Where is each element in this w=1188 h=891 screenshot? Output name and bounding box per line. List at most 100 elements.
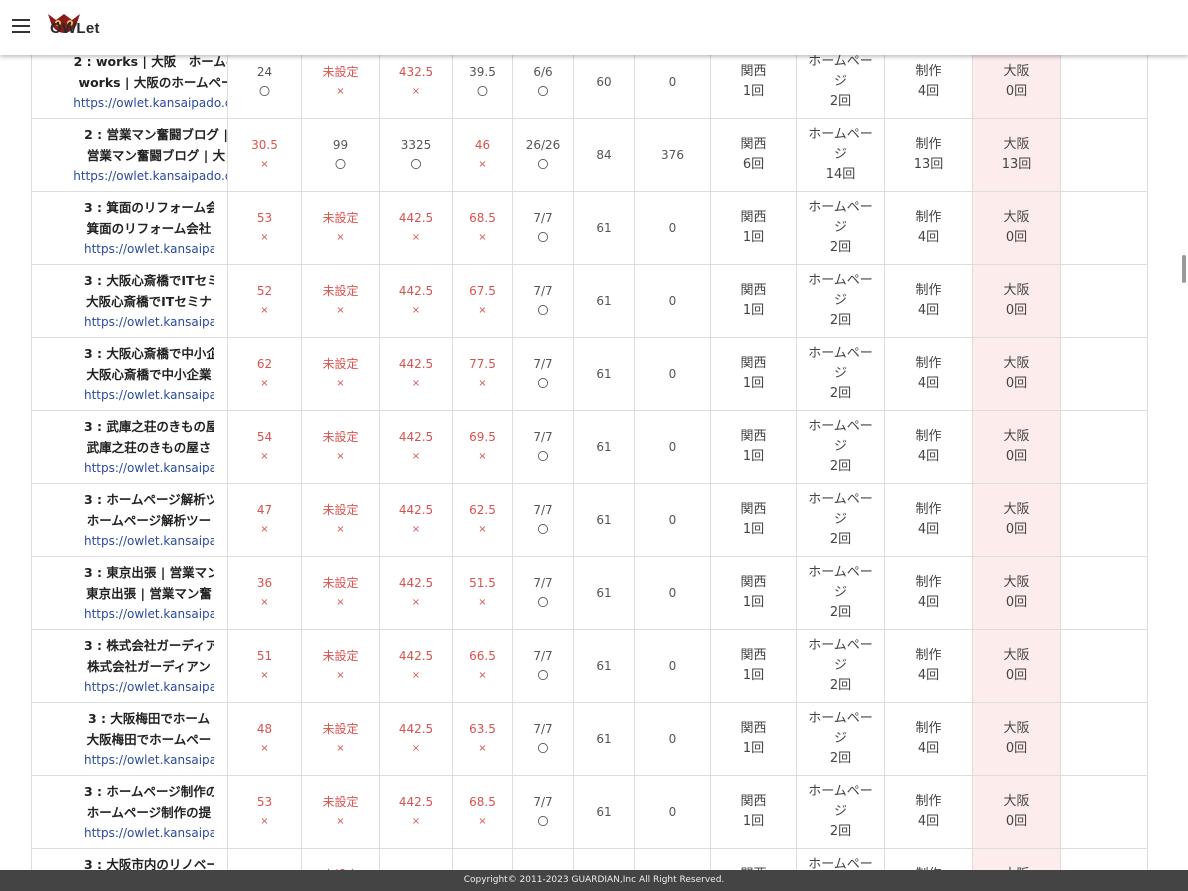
metric-cell-c2: 未設定×	[302, 411, 380, 483]
metric-cell-c1: 30.5 ×	[228, 119, 302, 191]
keyword-text: 関西	[740, 356, 767, 371]
empty-cell	[1061, 630, 1148, 702]
keyword-cell-c9: ホームページ 2回	[797, 776, 885, 848]
keyword-text: 大阪	[1003, 429, 1030, 444]
metric-value: 未設定	[322, 430, 359, 444]
page-url-link[interactable]: https://owlet.kansaipado	[84, 385, 214, 406]
cross-mark-icon: ×	[260, 305, 269, 316]
metric-cell-c5: 7/7〇	[513, 703, 574, 775]
page-url-link[interactable]: https://owlet.kansaipado	[84, 750, 214, 771]
keyword-text: 制作	[915, 283, 942, 298]
page-title-wrap: 3 : 大阪市内のリノベー大阪市内のリノベーシhttps://owlet.kan…	[32, 854, 214, 871]
page-title-cell: 3 : ホームページ制作の ホームページ制作の提 https://owlet.kan…	[31, 776, 228, 848]
metric-cell-c5: 7/7〇	[513, 776, 574, 848]
vertical-scrollbar[interactable]	[1182, 255, 1186, 283]
cross-mark-icon: ×	[260, 670, 269, 681]
count-cell-c7: 376	[635, 119, 711, 191]
page-title-subheading: 大阪梅田でホームペー	[86, 731, 212, 747]
keyword-cell-c11: 大阪0回	[973, 703, 1061, 775]
metric-value: 未設定	[322, 503, 359, 517]
keyword-text: 制作	[915, 64, 942, 79]
metric-cell-c3: 3325 〇	[380, 119, 453, 191]
keyword-text: 1回	[742, 814, 765, 829]
count-cell-c6: 61	[574, 703, 635, 775]
page-title-heading: 2 : 営業マン奮闘ブログ |	[84, 126, 228, 142]
page-title-cell: 3 : 東京出張 | 営業マン 東京出張 | 営業マン奮 https://owlet…	[31, 557, 228, 629]
metric-value: 51.5	[469, 576, 496, 590]
keyword-text: 制作	[915, 356, 942, 371]
keyword-text: 0回	[1005, 230, 1028, 245]
keyword-text: 1回	[742, 376, 765, 391]
page-title-heading: 3 : ホームページ制作の	[84, 783, 214, 799]
metric-cell-c5: 26/26 〇	[513, 119, 574, 191]
page-url-link[interactable]: https://owlet.kansaipado	[84, 458, 214, 479]
count-cell-c7: 0	[635, 557, 711, 629]
metric-cell-c4: 77.5 ×	[453, 338, 513, 410]
circle-mark-icon: 〇	[537, 742, 549, 755]
footer-copyright: Copyright© 2011-2023 GUARDIAN,Inc All Ri…	[0, 870, 1188, 891]
circle-mark-icon: 〇	[477, 85, 488, 98]
page-url-link[interactable]: https://owlet.kansaipado	[84, 312, 214, 333]
metric-cell-c3: 442.5 ×	[380, 630, 453, 702]
page-title-subheading: 大阪心斎橋で中小企業	[86, 366, 212, 382]
keyword-cell-c11: 大阪0回	[973, 192, 1061, 264]
keyword-text: 2回	[829, 751, 852, 766]
keyword-text: 4回	[917, 449, 940, 464]
cross-mark-icon: ×	[478, 378, 487, 389]
keyword-cell-c8: 関西 1回	[711, 630, 797, 702]
cross-mark-icon: ×	[336, 743, 345, 754]
page-url-link[interactable]: https://owlet.kansaipado.co	[66, 93, 227, 114]
keyword-text: 大阪	[1003, 721, 1030, 736]
page-url-link[interactable]: https://owlet.kansaipado	[84, 604, 214, 625]
metric-cell-c1: 51 ×	[228, 630, 302, 702]
table-viewport[interactable]: 2 : works | 大阪 ホームペ works | 大阪のホームペー https…	[0, 55, 1188, 870]
metric-value: 未設定	[322, 211, 359, 225]
metric-cell-c5: 7/7〇	[513, 849, 574, 870]
page-title-heading: 3 : 東京出張 | 営業マン	[84, 564, 214, 580]
keyword-text: 2回	[829, 532, 852, 547]
table-row: 2 : 営業マン奮闘ブログ | 営業マン奮闘ブログ | 大 https://owle…	[31, 119, 1148, 192]
keyword-cell-c10: 制作 4回	[885, 703, 973, 775]
metric-cell-c5: 7/7〇	[513, 411, 574, 483]
page-url-link[interactable]: https://owlet.kansaipado	[84, 531, 214, 552]
cross-mark-icon: ×	[260, 232, 269, 243]
keyword-text: 関西	[740, 137, 767, 152]
metric-cell-c2: 99 〇	[302, 119, 380, 191]
keyword-cell-c11: 大阪 0回	[973, 411, 1061, 483]
keyword-text: ホームペー	[808, 784, 873, 799]
cross-mark-icon: ×	[336, 305, 345, 316]
keyword-text: ホームペー	[808, 273, 873, 288]
keyword-cell-c11: 大阪0回	[973, 849, 1061, 870]
metric-cell-c4: 66.5 ×	[453, 630, 513, 702]
page-title-cell: 3 : 大阪心斎橋で中小企 大阪心斎橋で中小企業 https://owlet.kan…	[31, 338, 228, 410]
cross-mark-icon: ×	[260, 159, 269, 170]
metric-cell-c3: 442.5 ×	[380, 265, 453, 337]
keyword-text: ジ	[833, 220, 847, 235]
count-value: 0	[668, 75, 677, 89]
keyword-cell-c10: 制作 4回	[885, 338, 973, 410]
page-url-link[interactable]: https://owlet.kansaipado	[84, 239, 214, 260]
keyword-text: ホームペー	[808, 711, 873, 726]
keyword-text: 1回	[742, 449, 765, 464]
metric-cell-c5: 7/7〇	[513, 557, 574, 629]
page-url-link[interactable]: https://owlet.kansaipado	[84, 677, 214, 698]
keyword-text: ジ	[833, 74, 847, 89]
keyword-text: 制作	[915, 794, 942, 809]
keyword-text: 0回	[1005, 449, 1028, 464]
circle-mark-icon: 〇	[335, 158, 346, 171]
keyword-text: 2回	[829, 313, 852, 328]
page-url-link[interactable]: https://owlet.kansaipado	[84, 823, 214, 844]
cross-mark-icon: ×	[336, 86, 345, 97]
metric-value: 442.5	[398, 284, 434, 298]
metric-cell-c2: 未設定×	[302, 55, 380, 118]
page-url-link[interactable]: https://owlet.kansaipado.co	[66, 166, 227, 187]
metric-cell-c2: 未設定×	[302, 849, 380, 870]
metric-cell-c1: 53 ×	[228, 192, 302, 264]
hamburger-menu-icon[interactable]	[12, 19, 30, 33]
page-title-heading: 3 : 大阪心斎橋でITセミ	[84, 272, 214, 288]
keyword-text: ホームペー	[808, 565, 873, 580]
empty-cell	[1061, 55, 1148, 118]
keyword-text: 0回	[1005, 814, 1028, 829]
keyword-cell-c9: ホームページ 2回	[797, 338, 885, 410]
keyword-cell-c9: ホームページ 2回	[797, 703, 885, 775]
